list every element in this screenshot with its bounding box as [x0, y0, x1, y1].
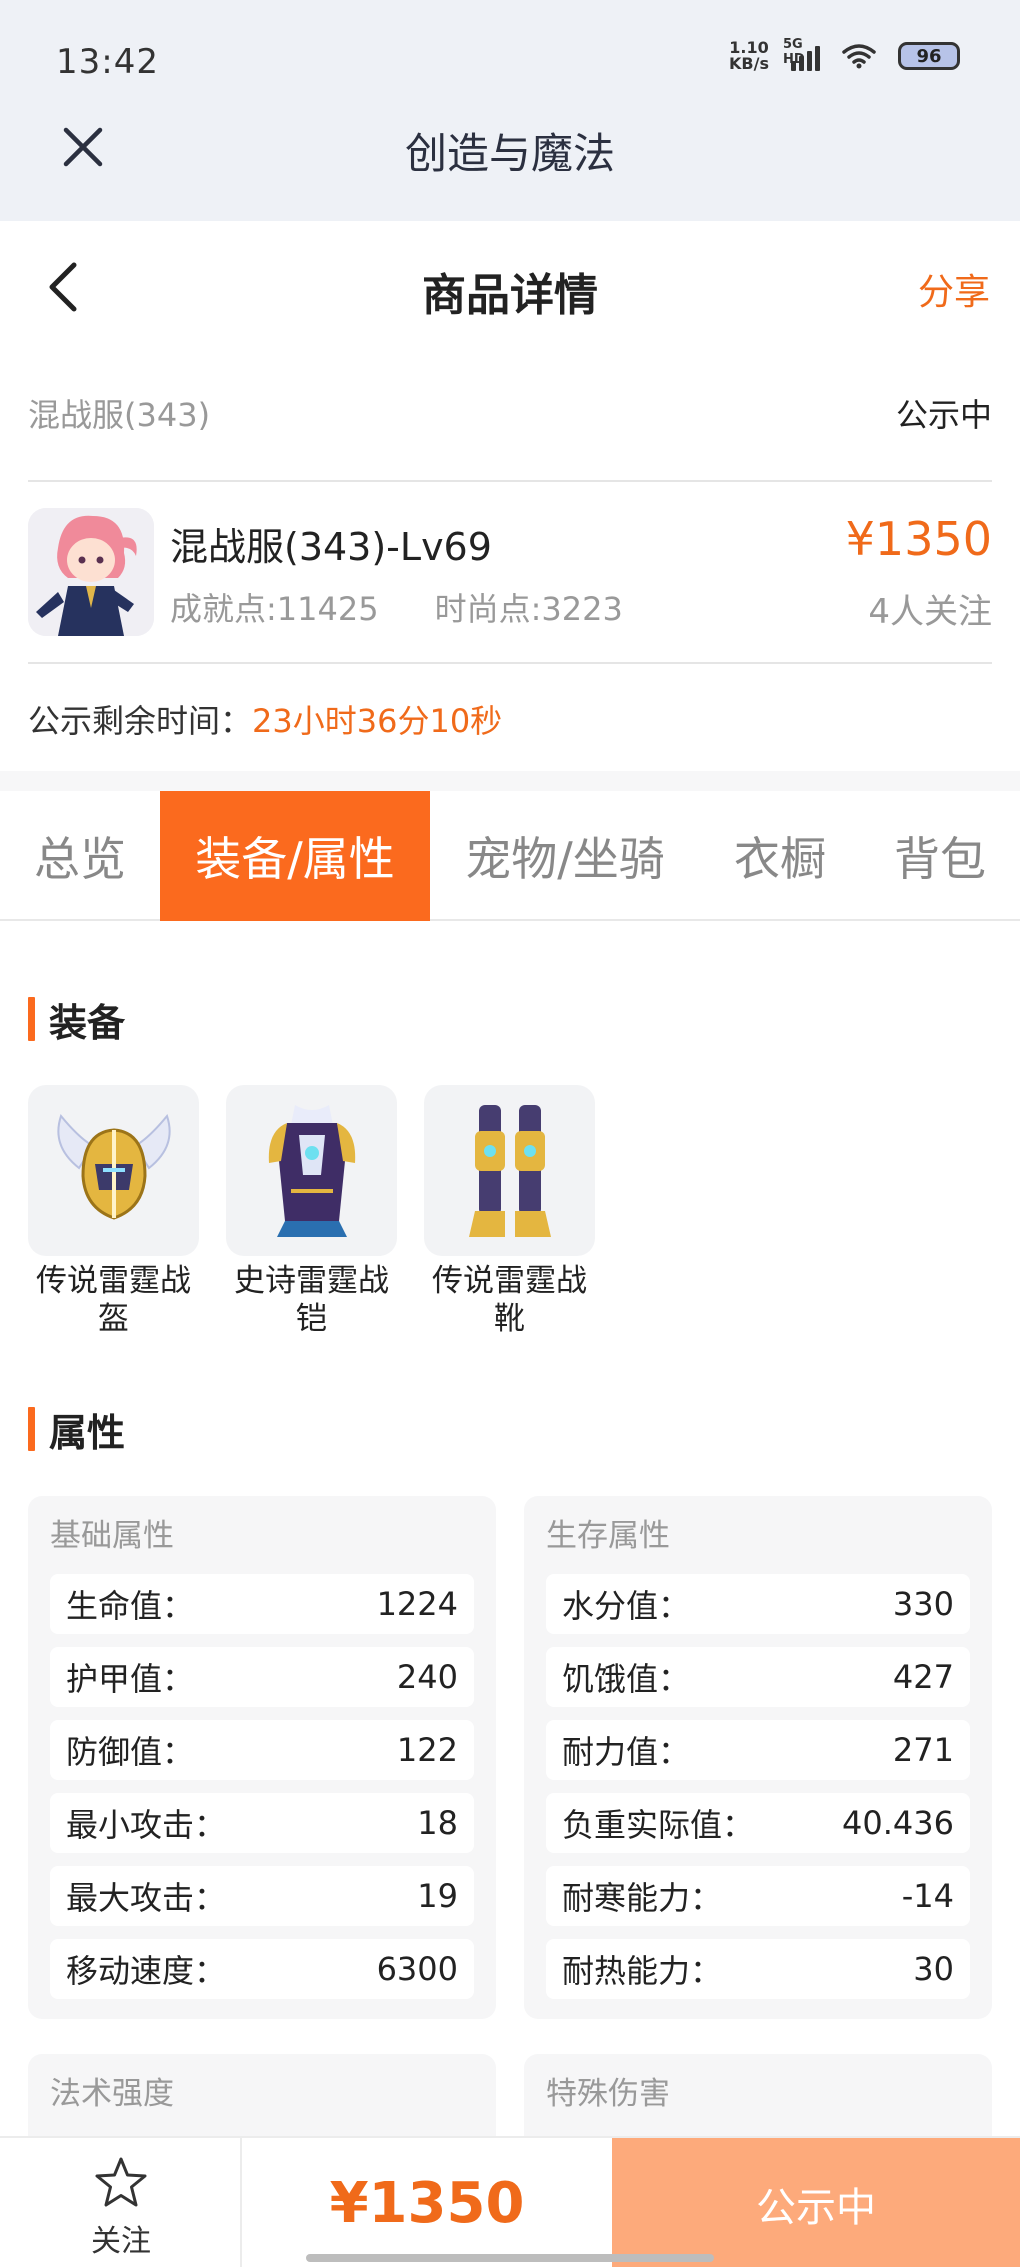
attribute-row: 最小攻击： 18	[50, 1793, 474, 1853]
equipment-name: 传说雷霆战 靴	[432, 1263, 587, 1337]
section-marker	[28, 997, 35, 1041]
follow-label: 关注	[91, 2224, 151, 2259]
tab-equipment-attributes[interactable]: 装备/属性	[160, 791, 430, 921]
item-price: ¥1350	[845, 512, 992, 566]
attribute-row: 负重实际值： 40.436	[546, 1793, 970, 1853]
countdown-row: 公示剩余时间：23小时36分10秒	[28, 696, 502, 742]
equipment-name: 史诗雷霆战 铠	[234, 1263, 389, 1337]
tab-bar: 总览 装备/属性 宠物/坐骑 衣橱 背包	[0, 791, 1020, 921]
publicity-status-button[interactable]: 公示中	[612, 2138, 1020, 2267]
tab-pets-mounts[interactable]: 宠物/坐骑	[430, 791, 700, 921]
signal-icon: 5G HD	[783, 37, 820, 71]
tab-overview[interactable]: 总览	[0, 791, 160, 921]
helmet-icon	[28, 1085, 199, 1256]
attribute-row: 耐寒能力： -14	[546, 1866, 970, 1926]
equipment-item[interactable]: 史诗雷霆战 铠	[226, 1085, 397, 1338]
attribute-row: 护甲值： 240	[50, 1647, 474, 1707]
section-marker	[28, 1407, 35, 1451]
item-card[interactable]: 混战服(343)-Lv69 成就点:11425 时尚点:3223 ¥1350 4…	[28, 508, 992, 638]
follow-button[interactable]: 关注	[0, 2138, 242, 2267]
attribute-row: 防御值： 122	[50, 1720, 474, 1780]
share-button[interactable]: 分享	[918, 263, 990, 315]
basic-attributes-card: 基础属性 生命值： 1224 护甲值： 240 防御值： 122 最小攻击： 18 最大…	[28, 1496, 496, 2019]
attribute-row: 移动速度： 6300	[50, 1939, 474, 1999]
page-title: 商品详情	[422, 270, 598, 321]
server-row: 混战服(343) 公示中	[28, 390, 992, 436]
attribute-row: 水分值： 330	[546, 1574, 970, 1634]
attribute-row: 饥饿值： 427	[546, 1647, 970, 1707]
card-title: 特殊伤害	[546, 2076, 670, 2112]
status-time: 13:42	[56, 42, 159, 82]
bottom-action-bar: 关注 ¥1350 公示中	[0, 2136, 1020, 2267]
equipment-name: 传说雷霆战 盔	[36, 1263, 191, 1337]
fashion-points: 时尚点:3223	[434, 590, 623, 628]
attribute-row: 耐热能力： 30	[546, 1939, 970, 1999]
attribute-row: 耐力值： 271	[546, 1720, 970, 1780]
wifi-icon	[842, 44, 876, 69]
app-header: 13:42 1.10 KB/s 5G HD 96 创造与魔法	[0, 0, 1020, 221]
home-indicator[interactable]	[306, 2254, 714, 2262]
section-gap	[0, 771, 1020, 791]
card-title: 法术强度	[50, 2076, 174, 2112]
boots-icon	[424, 1085, 595, 1256]
status-icons: 1.10 KB/s 5G HD 96	[729, 37, 960, 73]
countdown-value: 23小时36分10秒	[252, 702, 503, 740]
equipment-item[interactable]: 传说雷霆战 靴	[424, 1085, 595, 1338]
bottom-price: ¥1350	[329, 2171, 525, 2236]
equipment-item[interactable]: 传说雷霆战 盔	[28, 1085, 199, 1338]
equipment-list: 传说雷霆战 盔 史诗雷霆战 铠 传说雷霆战 靴	[28, 1085, 595, 1338]
attribute-row: 最大攻击： 19	[50, 1866, 474, 1926]
equipment-section-title: 装备	[28, 996, 125, 1045]
server-name: 混战服(343)	[28, 396, 211, 434]
survival-attributes-card: 生存属性 水分值： 330 饥饿值： 427 耐力值： 271 负重实际值： 40.43…	[524, 1496, 992, 2019]
attribute-row: 生命值： 1224	[50, 1574, 474, 1634]
tab-wardrobe[interactable]: 衣橱	[700, 791, 860, 921]
countdown-label: 公示剩余时间：	[28, 702, 253, 740]
armor-icon	[226, 1085, 397, 1256]
card-title: 生存属性	[546, 1518, 670, 1554]
attributes-section-title: 属性	[28, 1406, 125, 1455]
battery-indicator: 96	[898, 42, 960, 70]
listing-status: 公示中	[895, 396, 992, 434]
nav-bar: 商品详情 分享	[0, 221, 1020, 351]
network-speed: 1.10 KB/s	[729, 38, 769, 73]
item-name: 混战服(343)-Lv69	[170, 525, 492, 569]
card-title: 基础属性	[50, 1518, 174, 1554]
divider	[28, 662, 992, 664]
item-stats: 成就点:11425 时尚点:3223	[170, 584, 623, 630]
watcher-count: 4人关注	[868, 592, 992, 632]
app-title: 创造与魔法	[404, 129, 615, 178]
achievement-points: 成就点:11425	[170, 590, 379, 628]
star-icon	[95, 2157, 147, 2207]
tab-backpack[interactable]: 背包	[860, 791, 1020, 921]
divider	[28, 480, 992, 482]
character-avatar	[28, 508, 154, 636]
